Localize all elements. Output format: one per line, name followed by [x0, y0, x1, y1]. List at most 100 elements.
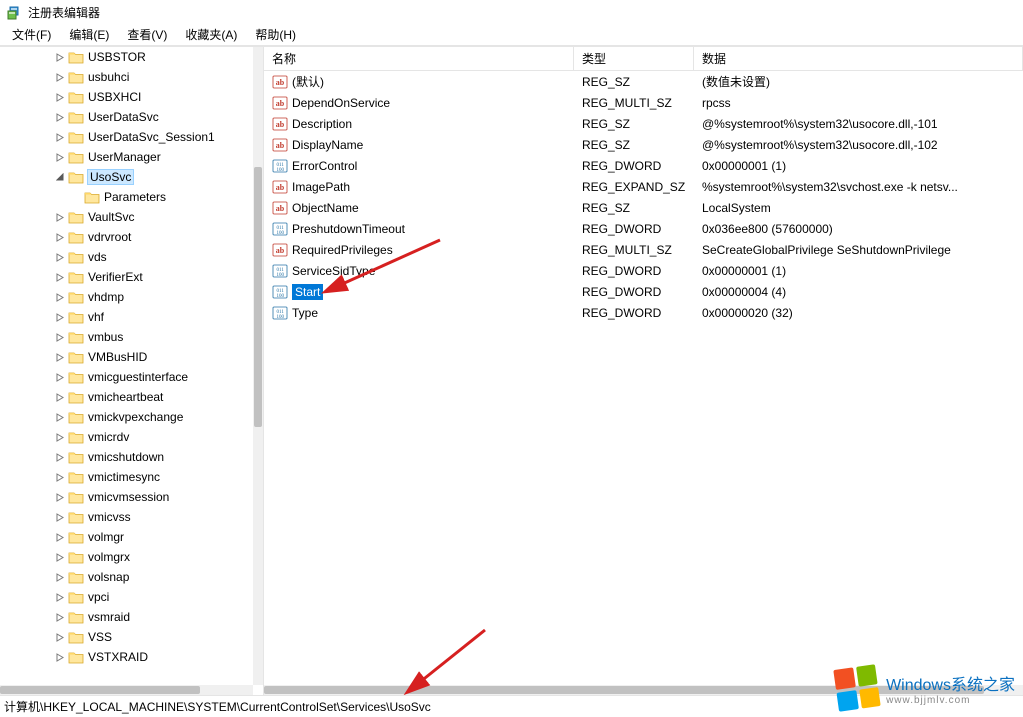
tree-item[interactable]: UserDataSvc — [0, 107, 253, 127]
tree-item[interactable]: vmicvss — [0, 507, 253, 527]
list-row[interactable]: DescriptionREG_SZ@%systemroot%\system32\… — [264, 113, 1023, 134]
chevron-right-icon[interactable] — [56, 133, 65, 142]
list-row[interactable]: RequiredPrivilegesREG_MULTI_SZSeCreateGl… — [264, 239, 1023, 260]
chevron-right-icon[interactable] — [56, 393, 65, 402]
list-row[interactable]: TypeREG_DWORD0x00000020 (32) — [264, 302, 1023, 323]
tree-item[interactable]: vdrvroot — [0, 227, 253, 247]
tree-item[interactable]: volmgr — [0, 527, 253, 547]
chevron-right-icon[interactable] — [56, 233, 65, 242]
tree-item[interactable]: vds — [0, 247, 253, 267]
chevron-down-icon[interactable] — [56, 173, 65, 182]
chevron-right-icon[interactable] — [56, 53, 65, 62]
chevron-right-icon[interactable] — [56, 493, 65, 502]
list-row[interactable]: ErrorControlREG_DWORD0x00000001 (1) — [264, 155, 1023, 176]
chevron-right-icon[interactable] — [56, 473, 65, 482]
cell-type: REG_MULTI_SZ — [574, 96, 694, 110]
tree-item[interactable]: USBXHCI — [0, 87, 253, 107]
chevron-right-icon[interactable] — [56, 373, 65, 382]
value-name: PreshutdownTimeout — [292, 222, 405, 236]
tree-item[interactable]: VSS — [0, 627, 253, 647]
tree-item[interactable]: vmicheartbeat — [0, 387, 253, 407]
tree-item[interactable]: vmictimesync — [0, 467, 253, 487]
list-row[interactable]: PreshutdownTimeoutREG_DWORD0x036ee800 (5… — [264, 218, 1023, 239]
cell-type: REG_DWORD — [574, 306, 694, 320]
folder-icon — [68, 450, 84, 464]
tree-item[interactable]: VSTXRAID — [0, 647, 253, 667]
tree-item[interactable]: vhdmp — [0, 287, 253, 307]
title-bar: 注册表编辑器 — [0, 0, 1023, 24]
cell-type: REG_DWORD — [574, 264, 694, 278]
chevron-right-icon[interactable] — [56, 413, 65, 422]
list-row[interactable]: ServiceSidTypeREG_DWORD0x00000001 (1) — [264, 260, 1023, 281]
list-row[interactable]: ImagePathREG_EXPAND_SZ%systemroot%\syste… — [264, 176, 1023, 197]
menu-help[interactable]: 帮助(H) — [247, 24, 304, 45]
tree-item[interactable]: volsnap — [0, 567, 253, 587]
tree-item[interactable]: VerifierExt — [0, 267, 253, 287]
chevron-right-icon[interactable] — [56, 113, 65, 122]
tree-item[interactable]: VaultSvc — [0, 207, 253, 227]
value-name: (默认) — [292, 73, 324, 90]
chevron-right-icon[interactable] — [56, 653, 65, 662]
list-body[interactable]: (默认)REG_SZ(数值未设置)DependOnServiceREG_MULT… — [264, 71, 1023, 323]
chevron-right-icon[interactable] — [56, 553, 65, 562]
tree-item[interactable]: vmickvpexchange — [0, 407, 253, 427]
cell-data: SeCreateGlobalPrivilege SeShutdownPrivil… — [694, 243, 1023, 257]
chevron-right-icon[interactable] — [56, 153, 65, 162]
tree-scrollbar-vertical[interactable] — [253, 47, 263, 685]
tree-item[interactable]: vmicguestinterface — [0, 367, 253, 387]
chevron-right-icon[interactable] — [56, 293, 65, 302]
menu-edit[interactable]: 编辑(E) — [61, 24, 117, 45]
cell-type: REG_MULTI_SZ — [574, 243, 694, 257]
tree-item[interactable]: UsoSvc — [0, 167, 253, 187]
chevron-right-icon[interactable] — [56, 513, 65, 522]
tree-item[interactable]: vmicvmsession — [0, 487, 253, 507]
chevron-right-icon[interactable] — [56, 593, 65, 602]
list-row[interactable]: ObjectNameREG_SZLocalSystem — [264, 197, 1023, 218]
tree-item[interactable]: UserManager — [0, 147, 253, 167]
tree-item[interactable]: vmicshutdown — [0, 447, 253, 467]
menu-view[interactable]: 查看(V) — [119, 24, 175, 45]
cell-data: @%systemroot%\system32\usocore.dll,-102 — [694, 138, 1023, 152]
tree-item[interactable]: vsmraid — [0, 607, 253, 627]
watermark-logo-icon — [833, 664, 880, 711]
tree-item[interactable]: USBSTOR — [0, 47, 253, 67]
chevron-right-icon[interactable] — [56, 333, 65, 342]
tree-item[interactable]: vpci — [0, 587, 253, 607]
tree-item[interactable]: vmicrdv — [0, 427, 253, 447]
column-name-header[interactable]: 名称 — [264, 47, 574, 71]
chevron-right-icon[interactable] — [56, 533, 65, 542]
chevron-right-icon[interactable] — [56, 573, 65, 582]
chevron-right-icon[interactable] — [56, 313, 65, 322]
tree-item[interactable]: Parameters — [0, 187, 253, 207]
tree-item[interactable]: vmbus — [0, 327, 253, 347]
tree-item[interactable]: vhf — [0, 307, 253, 327]
tree-item[interactable]: volmgrx — [0, 547, 253, 567]
chevron-right-icon[interactable] — [56, 253, 65, 262]
list-row[interactable]: StartREG_DWORD0x00000004 (4) — [264, 281, 1023, 302]
tree-item[interactable]: VMBusHID — [0, 347, 253, 367]
chevron-right-icon[interactable] — [56, 353, 65, 362]
chevron-right-icon[interactable] — [56, 633, 65, 642]
list-row[interactable]: DependOnServiceREG_MULTI_SZrpcss — [264, 92, 1023, 113]
value-name: ObjectName — [292, 201, 359, 215]
menu-favorites[interactable]: 收藏夹(A) — [177, 24, 245, 45]
column-type-header[interactable]: 类型 — [574, 47, 694, 71]
chevron-right-icon[interactable] — [56, 273, 65, 282]
menu-file[interactable]: 文件(F) — [4, 24, 59, 45]
chevron-right-icon[interactable] — [56, 73, 65, 82]
chevron-right-icon[interactable] — [56, 93, 65, 102]
chevron-right-icon[interactable] — [56, 613, 65, 622]
list-row[interactable]: (默认)REG_SZ(数值未设置) — [264, 71, 1023, 92]
folder-icon — [68, 410, 84, 424]
column-data-header[interactable]: 数据 — [694, 47, 1023, 71]
folder-icon — [68, 170, 84, 184]
chevron-right-icon[interactable] — [56, 213, 65, 222]
list-row[interactable]: DisplayNameREG_SZ@%systemroot%\system32\… — [264, 134, 1023, 155]
tree-scrollbar-horizontal[interactable] — [0, 685, 253, 695]
tree-item[interactable]: UserDataSvc_Session1 — [0, 127, 253, 147]
main-split: USBSTORusbuhciUSBXHCIUserDataSvcUserData… — [0, 46, 1023, 695]
chevron-right-icon[interactable] — [56, 453, 65, 462]
tree-item[interactable]: usbuhci — [0, 67, 253, 87]
registry-tree[interactable]: USBSTORusbuhciUSBXHCIUserDataSvcUserData… — [0, 47, 253, 667]
chevron-right-icon[interactable] — [56, 433, 65, 442]
